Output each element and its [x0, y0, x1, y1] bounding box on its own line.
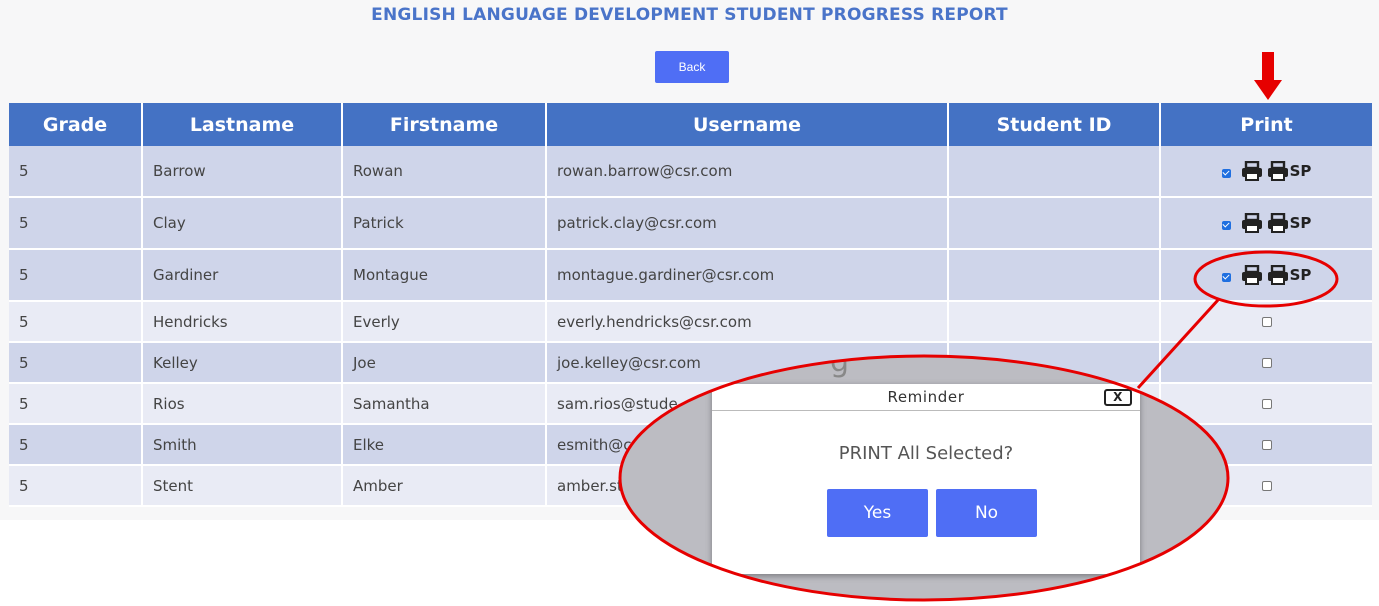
cell-lastname: Barrow — [142, 146, 343, 198]
zoom-callout: g Reminder X PRINT All Selected? Yes No — [620, 356, 1228, 600]
background-text-fragment: g — [830, 356, 850, 379]
reminder-dialog: Reminder X PRINT All Selected? Yes No — [712, 384, 1140, 574]
printer-sp-icon[interactable] — [1267, 161, 1289, 181]
cell-lastname: Smith — [142, 424, 343, 466]
table-row[interactable]: 5 Barrow Rowan rowan.barrow@csr.com SP — [9, 146, 1372, 198]
cell-grade: 5 — [9, 383, 143, 425]
cell-firstname: Patrick — [342, 197, 547, 250]
cell-grade: 5 — [9, 301, 143, 343]
cell-print: SP — [1160, 249, 1372, 302]
table-row[interactable]: 5 Gardiner Montague montague.gardiner@csr.c… — [9, 249, 1372, 302]
cell-print: SP — [1160, 197, 1372, 250]
cell-firstname: Joe — [342, 342, 547, 384]
table-row[interactable]: 5 Hendricks Everly everly.hendricks@csr.com — [9, 301, 1372, 343]
print-checkbox-checked[interactable] — [1221, 168, 1231, 178]
no-button[interactable]: No — [936, 489, 1037, 537]
print-checkbox-checked[interactable] — [1221, 272, 1231, 282]
dialog-message: PRINT All Selected? — [838, 443, 1014, 464]
cell-student-id — [948, 197, 1161, 250]
cell-username: montague.gardiner@csr.com — [546, 249, 949, 302]
cell-lastname: Kelley — [142, 342, 343, 384]
print-checkbox[interactable] — [1261, 439, 1272, 450]
cell-grade: 5 — [9, 197, 143, 250]
cell-grade: 5 — [9, 146, 143, 198]
page-title: ENGLISH LANGUAGE DEVELOPMENT STUDENT PRO… — [371, 5, 1008, 25]
print-checkbox[interactable] — [1261, 398, 1272, 409]
cell-lastname: Stent — [142, 465, 343, 507]
cell-grade: 5 — [9, 342, 143, 384]
table-row[interactable]: 5 Clay Patrick patrick.clay@csr.com SP — [9, 197, 1372, 250]
cell-print — [1160, 342, 1372, 384]
sp-label[interactable]: SP — [1290, 266, 1312, 284]
print-checkbox[interactable] — [1261, 316, 1272, 327]
column-header-lastname[interactable]: Lastname — [142, 103, 343, 146]
cell-student-id — [948, 146, 1161, 198]
cell-firstname: Amber — [342, 465, 547, 507]
printer-icon[interactable] — [1241, 265, 1263, 285]
cell-print — [1160, 301, 1372, 343]
print-controls: SP — [1221, 213, 1312, 233]
table-header-row: Grade Lastname Firstname Username Studen… — [9, 103, 1372, 146]
table-row[interactable]: 5 Kelley Joe joe.kelley@csr.com — [9, 342, 1372, 384]
dialog-header: Reminder X — [712, 384, 1140, 411]
dialog-title: Reminder — [887, 388, 965, 406]
cell-lastname: Gardiner — [142, 249, 343, 302]
column-header-firstname[interactable]: Firstname — [342, 103, 547, 146]
printer-sp-icon[interactable] — [1267, 213, 1289, 233]
close-icon[interactable]: X — [1104, 389, 1132, 406]
printer-icon[interactable] — [1241, 161, 1263, 181]
cell-firstname: Montague — [342, 249, 547, 302]
cell-lastname: Clay — [142, 197, 343, 250]
print-checkbox[interactable] — [1261, 480, 1272, 491]
cell-print: SP — [1160, 146, 1372, 198]
sp-label[interactable]: SP — [1290, 162, 1312, 180]
cell-grade: 5 — [9, 424, 143, 466]
column-header-username[interactable]: Username — [546, 103, 949, 146]
cell-firstname: Rowan — [342, 146, 547, 198]
cell-student-id — [948, 301, 1161, 343]
cell-firstname: Elke — [342, 424, 547, 466]
cell-username: everly.hendricks@csr.com — [546, 301, 949, 343]
print-checkbox-checked[interactable] — [1221, 220, 1231, 230]
cell-firstname: Samantha — [342, 383, 547, 425]
cell-username: patrick.clay@csr.com — [546, 197, 949, 250]
cell-firstname: Everly — [342, 301, 547, 343]
cell-lastname: Rios — [142, 383, 343, 425]
cell-grade: 5 — [9, 465, 143, 507]
cell-username: rowan.barrow@csr.com — [546, 146, 949, 198]
cell-student-id — [948, 249, 1161, 302]
sp-label[interactable]: SP — [1290, 214, 1312, 232]
column-header-print[interactable]: Print — [1160, 103, 1372, 146]
column-header-grade[interactable]: Grade — [9, 103, 143, 146]
column-header-student-id[interactable]: Student ID — [948, 103, 1161, 146]
arrow-down-icon — [1254, 52, 1282, 100]
printer-sp-icon[interactable] — [1267, 265, 1289, 285]
cell-grade: 5 — [9, 249, 143, 302]
yes-button[interactable]: Yes — [827, 489, 928, 537]
back-button[interactable]: Back — [655, 51, 729, 83]
printer-icon[interactable] — [1241, 213, 1263, 233]
print-controls: SP — [1221, 265, 1312, 285]
print-checkbox[interactable] — [1261, 357, 1272, 368]
dialog-buttons: Yes No — [827, 489, 1037, 537]
cell-lastname: Hendricks — [142, 301, 343, 343]
cell-print — [1160, 383, 1372, 425]
print-controls: SP — [1221, 161, 1312, 181]
